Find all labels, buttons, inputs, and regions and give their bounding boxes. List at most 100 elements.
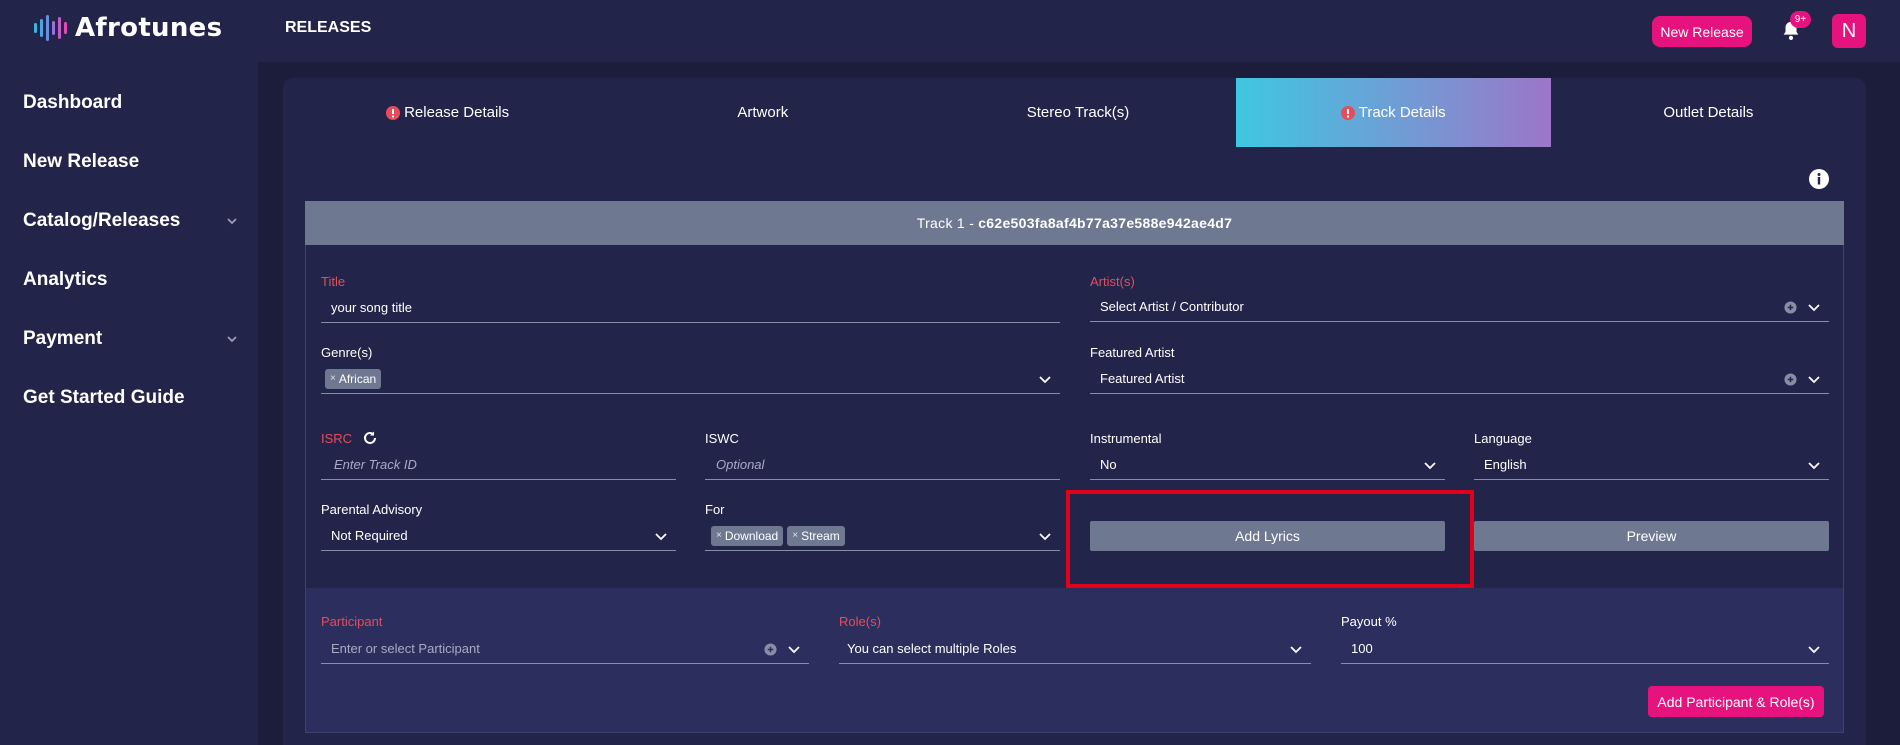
for-select[interactable]: × Download × Stream (705, 521, 1060, 551)
isrc-placeholder: Enter Track ID (334, 457, 417, 472)
chevron-down-icon[interactable] (1807, 458, 1821, 472)
sidebar-item-catalog-releases[interactable]: Catalog/Releases (23, 210, 238, 232)
participant-placeholder: Enter or select Participant (331, 641, 480, 656)
chip-label: Stream (801, 528, 840, 543)
warning-icon (1340, 105, 1355, 120)
notification-badge: 9+ (1790, 11, 1811, 28)
language-value: English (1484, 457, 1527, 472)
remove-icon[interactable]: × (792, 530, 798, 541)
for-chip-download[interactable]: × Download (711, 525, 784, 546)
isrc-label: ISRC (321, 431, 353, 446)
participant-label: Participant (321, 614, 383, 629)
top-bar: Afrotunes RELEASES New Release 9+ N (0, 0, 1900, 62)
sidebar-item-payment[interactable]: Payment (23, 328, 238, 350)
language-select[interactable]: English (1474, 450, 1829, 480)
title-input[interactable]: your song title (321, 293, 1060, 323)
logo[interactable]: Afrotunes (34, 13, 222, 43)
iswc-input[interactable]: Optional (705, 450, 1060, 480)
payout-value: 100 (1351, 641, 1373, 656)
tab-label: Outlet Details (1663, 104, 1754, 121)
chevron-down-icon[interactable] (787, 642, 801, 656)
iswc-label: ISWC (705, 431, 739, 446)
instrumental-label: Instrumental (1090, 431, 1162, 446)
for-label: For (705, 502, 725, 517)
app-name: Afrotunes (75, 13, 223, 43)
tab-artwork[interactable]: Artwork (605, 78, 920, 147)
chevron-down-icon[interactable] (1807, 300, 1821, 314)
refresh-icon[interactable] (362, 430, 378, 446)
add-lyrics-highlight (1066, 490, 1474, 588)
page-title: RELEASES (285, 19, 372, 36)
chevron-down-icon[interactable] (1423, 458, 1437, 472)
release-tabs: Release Details Artwork Stereo Track(s) … (283, 78, 1866, 147)
remove-icon[interactable]: × (716, 530, 722, 541)
artists-select[interactable]: Select Artist / Contributor (1090, 292, 1829, 322)
featured-artist-placeholder: Featured Artist (1100, 371, 1185, 386)
sidebar: Dashboard New Release Catalog/Releases A… (0, 62, 258, 745)
title-value: your song title (331, 300, 412, 315)
parental-advisory-label: Parental Advisory (321, 502, 423, 517)
plus-circle-icon[interactable] (1784, 372, 1797, 386)
language-label: Language (1474, 431, 1532, 446)
logo-mark-icon (34, 13, 67, 43)
genres-label: Genre(s) (321, 345, 373, 360)
chevron-down-icon[interactable] (1038, 372, 1052, 386)
sidebar-item-label: Payment (23, 328, 103, 349)
tab-label: Track Details (1358, 104, 1446, 121)
roles-select[interactable]: You can select multiple Roles (839, 634, 1311, 664)
title-label: Title (321, 274, 346, 289)
parental-advisory-select[interactable]: Not Required (321, 521, 676, 551)
sidebar-item-label: New Release (23, 151, 140, 172)
tab-stereo-tracks[interactable]: Stereo Track(s) (920, 78, 1235, 147)
sidebar-item-label: Get Started Guide (23, 387, 185, 408)
chevron-down-icon[interactable] (1807, 642, 1821, 656)
sidebar-item-get-started-guide[interactable]: Get Started Guide (23, 387, 238, 409)
chip-label: Download (724, 528, 779, 543)
genres-select[interactable]: × African (321, 364, 1060, 394)
preview-button[interactable]: Preview (1474, 521, 1829, 551)
tab-track-details[interactable]: Track Details (1235, 78, 1551, 147)
tab-release-details[interactable]: Release Details (290, 78, 605, 147)
sidebar-item-analytics[interactable]: Analytics (23, 269, 238, 291)
genre-chip[interactable]: × African (325, 368, 382, 389)
remove-icon[interactable]: × (330, 373, 336, 384)
artists-label: Artist(s) (1090, 274, 1135, 289)
featured-artist-select[interactable]: Featured Artist (1090, 364, 1829, 394)
add-participant-button[interactable]: Add Participant & Role(s) (1648, 686, 1824, 717)
roles-placeholder: You can select multiple Roles (847, 641, 1017, 656)
chevron-down-icon (227, 336, 237, 343)
payout-label: Payout % (1341, 614, 1397, 629)
plus-circle-icon[interactable] (764, 642, 777, 656)
avatar[interactable]: N (1832, 14, 1866, 48)
track-header-prefix: Track 1 - (916, 215, 975, 231)
chevron-down-icon[interactable] (654, 529, 668, 543)
chevron-down-icon[interactable] (1038, 529, 1052, 543)
sidebar-item-dashboard[interactable]: Dashboard (23, 92, 238, 114)
tab-label: Release Details (404, 104, 510, 121)
instrumental-value: No (1100, 457, 1117, 472)
tab-label: Stereo Track(s) (1026, 104, 1130, 121)
new-release-button[interactable]: New Release (1652, 16, 1752, 47)
chip-label: African (338, 371, 377, 386)
for-chip-stream[interactable]: × Stream (787, 525, 845, 546)
chevron-down-icon (227, 218, 237, 225)
participant-select[interactable]: Enter or select Participant (321, 634, 809, 664)
track-header: Track 1 - c62e503fa8af4b77a37e588e942ae4… (305, 201, 1844, 245)
chevron-down-icon[interactable] (1289, 642, 1303, 656)
sidebar-item-label: Analytics (23, 269, 108, 290)
plus-circle-icon[interactable] (1784, 300, 1797, 314)
sidebar-item-label: Catalog/Releases (23, 210, 181, 231)
isrc-input[interactable]: Enter Track ID (321, 450, 676, 480)
tab-label: Artwork (737, 104, 789, 121)
sidebar-item-new-release[interactable]: New Release (23, 151, 238, 173)
iswc-placeholder: Optional (716, 457, 765, 472)
parental-advisory-value: Not Required (331, 528, 408, 543)
tab-outlet-details[interactable]: Outlet Details (1551, 78, 1866, 147)
info-icon[interactable] (1808, 168, 1830, 190)
chevron-down-icon[interactable] (1807, 372, 1821, 386)
featured-artist-label: Featured Artist (1090, 345, 1175, 360)
roles-label: Role(s) (839, 614, 881, 629)
payout-select[interactable]: 100 (1341, 634, 1829, 664)
artists-placeholder: Select Artist / Contributor (1100, 299, 1244, 314)
instrumental-select[interactable]: No (1090, 450, 1445, 480)
